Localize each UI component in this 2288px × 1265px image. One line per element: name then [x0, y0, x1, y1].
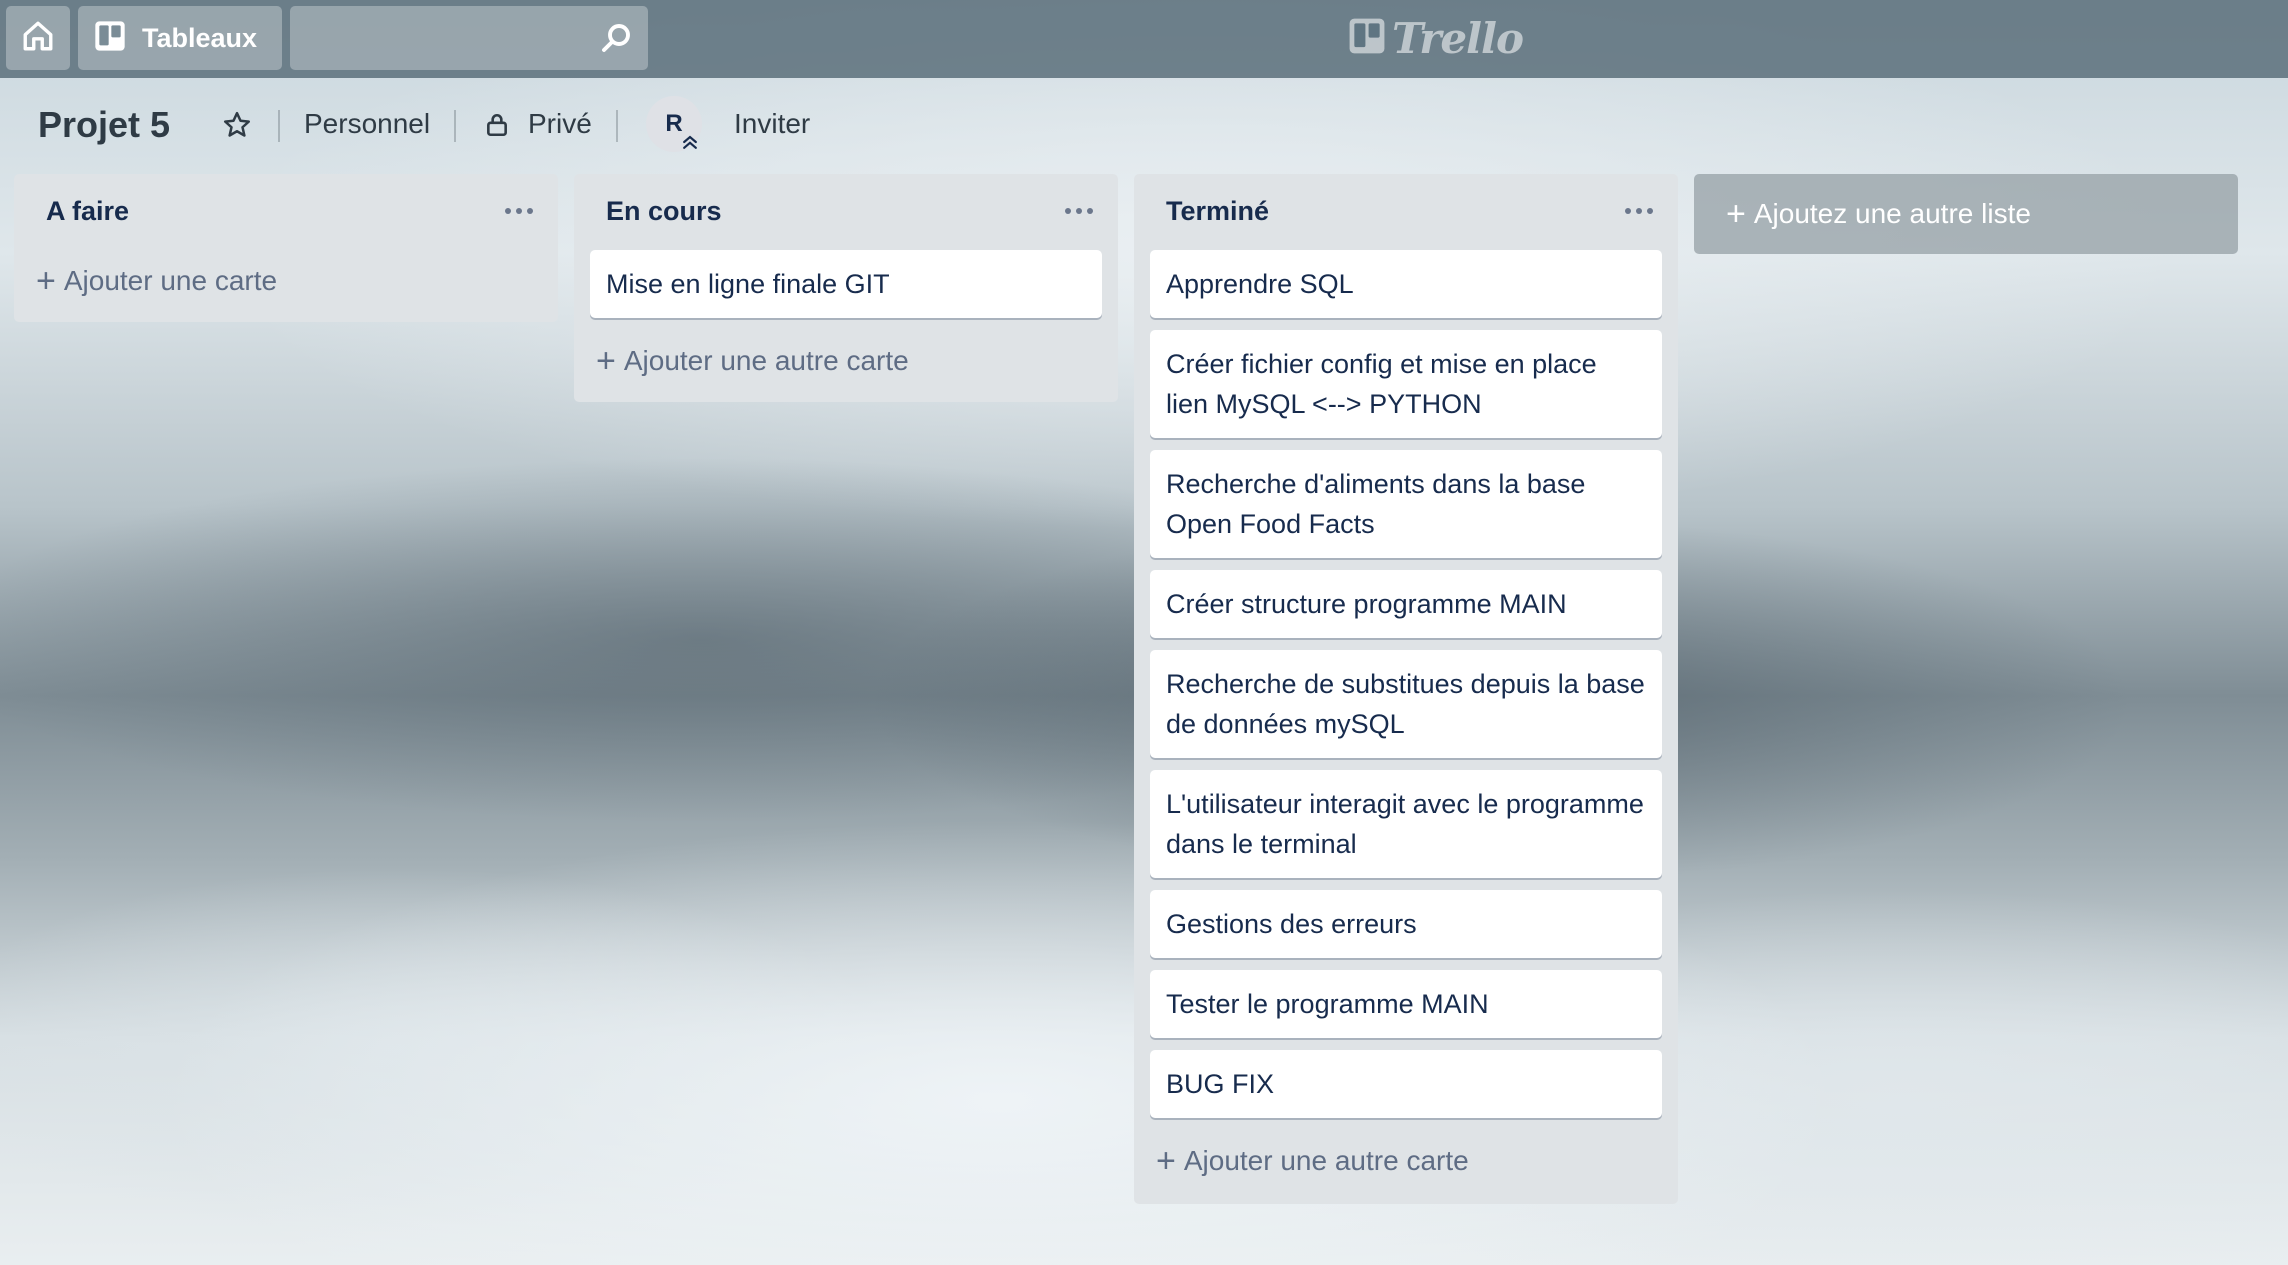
trello-logo[interactable]: Trello [1348, 12, 1524, 64]
card[interactable]: Créer structure programme MAIN [1150, 570, 1662, 638]
boards-label: Tableaux [142, 22, 258, 53]
divider [616, 110, 618, 142]
plus-icon: + [1726, 195, 1746, 233]
star-icon[interactable] [222, 110, 252, 145]
list-menu-icon[interactable] [504, 202, 534, 220]
card[interactable]: Recherche d'aliments dans la base Open F… [1150, 450, 1662, 558]
card[interactable]: Mise en ligne finale GIT [590, 250, 1102, 318]
trello-logo-icon [1348, 17, 1386, 60]
list-termine: Terminé Apprendre SQL Créer fichier conf… [1134, 174, 1678, 1204]
add-card-label: Ajouter une carte [63, 265, 278, 296]
search-input[interactable] [290, 6, 648, 70]
home-button[interactable] [6, 6, 70, 70]
add-list-button[interactable]: + Ajoutez une autre liste [1694, 174, 2238, 254]
add-card-button[interactable]: + Ajouter une carte [36, 264, 277, 298]
card[interactable]: BUG FIX [1150, 1050, 1662, 1118]
list-menu-icon[interactable] [1624, 202, 1654, 220]
add-card-button[interactable]: + Ajouter une autre carte [596, 344, 909, 378]
team-visibility-button[interactable]: Personnel [304, 108, 430, 140]
admin-chevron-icon [680, 132, 700, 157]
list-title[interactable]: En cours [606, 196, 722, 227]
list-a-faire: A faire + Ajouter une carte [14, 174, 558, 322]
add-card-label: Ajouter une autre carte [1183, 1145, 1469, 1176]
home-icon [21, 19, 55, 58]
plus-icon: + [596, 342, 616, 380]
board-title[interactable]: Projet 5 [38, 104, 170, 146]
plus-icon: + [36, 262, 56, 300]
card[interactable]: Recherche de substitues depuis la base d… [1150, 650, 1662, 758]
search-icon [598, 20, 634, 61]
logo-text: Trello [1392, 13, 1524, 63]
lock-icon[interactable] [484, 112, 510, 143]
card[interactable]: Gestions des erreurs [1150, 890, 1662, 958]
privacy-button[interactable]: Privé [528, 108, 592, 140]
board-header: Projet 5 Personnel Privé R Inviter [0, 94, 1200, 158]
list-title[interactable]: Terminé [1166, 196, 1269, 227]
card[interactable]: Créer fichier config et mise en place li… [1150, 330, 1662, 438]
invite-button[interactable]: Inviter [734, 108, 810, 140]
card[interactable]: Apprendre SQL [1150, 250, 1662, 318]
divider [278, 110, 280, 142]
add-card-label: Ajouter une autre carte [623, 345, 909, 376]
add-card-button[interactable]: + Ajouter une autre carte [1156, 1144, 1469, 1178]
card[interactable]: L'utilisateur interagit avec le programm… [1150, 770, 1662, 878]
list-en-cours: En cours Mise en ligne finale GIT + Ajou… [574, 174, 1118, 402]
boards-button[interactable]: Tableaux [78, 6, 282, 70]
list-menu-icon[interactable] [1064, 202, 1094, 220]
plus-icon: + [1156, 1142, 1176, 1180]
boards-icon [94, 20, 126, 57]
add-list-label: Ajoutez une autre liste [1753, 198, 2031, 229]
divider [454, 110, 456, 142]
card[interactable]: Tester le programme MAIN [1150, 970, 1662, 1038]
list-title[interactable]: A faire [46, 196, 129, 227]
top-header: Tableaux Trello [0, 0, 2288, 78]
